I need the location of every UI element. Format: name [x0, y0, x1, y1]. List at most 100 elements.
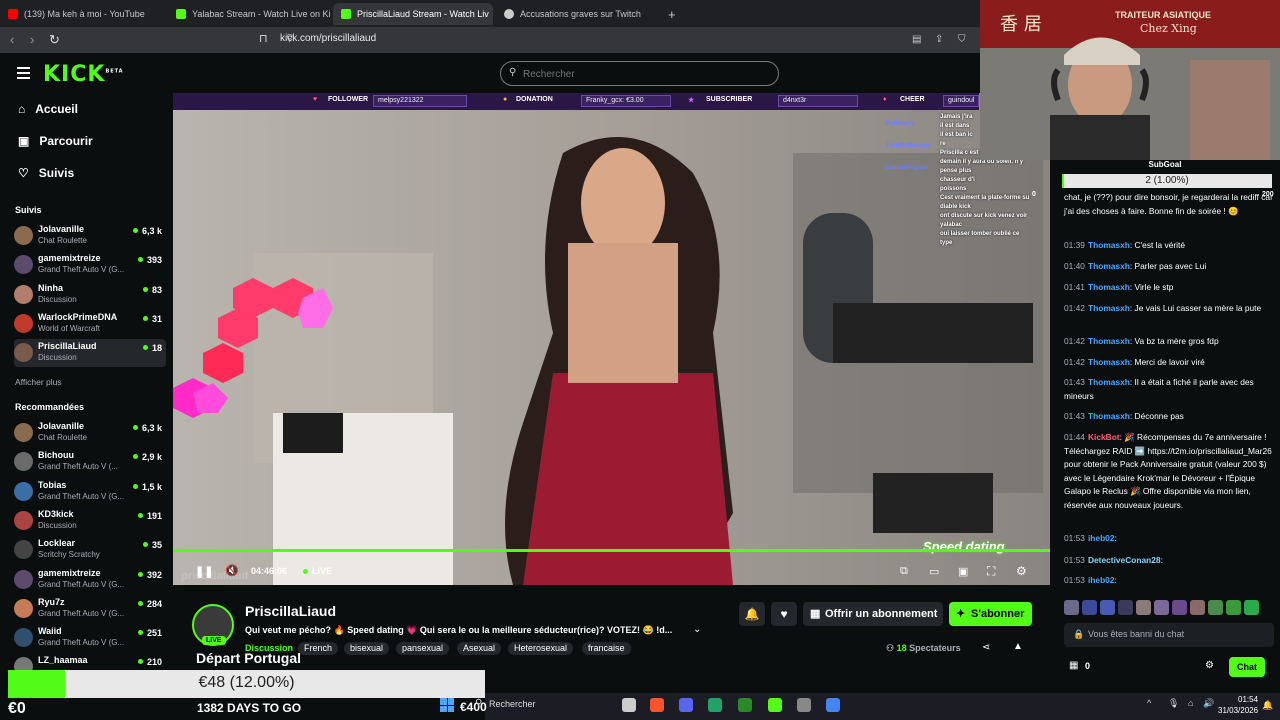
- brave-icon[interactable]: [650, 698, 664, 712]
- chat-username[interactable]: Thomasxh: [1088, 377, 1130, 387]
- mute-icon[interactable]: 🔇: [225, 564, 239, 577]
- pause-icon[interactable]: ❚❚: [195, 565, 213, 578]
- chrome-icon[interactable]: [826, 698, 840, 712]
- emote-icon[interactable]: [1208, 600, 1223, 615]
- channel-item[interactable]: Ninha Discussion 83: [14, 281, 166, 309]
- beta-badge: BETA: [105, 68, 124, 75]
- tab-youtube[interactable]: (139) Ma keh à moi - YouTube: [0, 3, 165, 25]
- chevron-down-icon[interactable]: ⌄: [693, 624, 701, 635]
- channel-name: KD3kick: [38, 508, 74, 519]
- reload-icon[interactable]: ↻: [49, 32, 60, 48]
- gift-icon[interactable]: ▦: [1069, 660, 1078, 671]
- chat-username[interactable]: Thomasxh: [1088, 411, 1130, 421]
- emote-icon[interactable]: [1100, 600, 1115, 615]
- task-view-icon[interactable]: [622, 698, 636, 712]
- follow-button[interactable]: ♥: [771, 602, 797, 626]
- stream-tag[interactable]: bisexual: [344, 642, 390, 655]
- chevron-up-icon[interactable]: ^: [1147, 698, 1151, 708]
- show-more-link[interactable]: Afficher plus: [15, 377, 62, 387]
- channel-item[interactable]: gamemixtreize Grand Theft Auto V (G... 392: [14, 566, 166, 594]
- emote-icon[interactable]: [1064, 600, 1079, 615]
- subscribe-button[interactable]: ✦ S'abonner: [949, 602, 1032, 626]
- fullscreen-icon[interactable]: ⛶: [987, 564, 995, 579]
- emote-icon[interactable]: [1190, 600, 1205, 615]
- chat-settings-icon[interactable]: ⚙: [1205, 660, 1214, 671]
- kick-logo[interactable]: KICKBETA: [43, 62, 124, 87]
- channel-item[interactable]: Ryu7z Grand Theft Auto V (G... 284: [14, 595, 166, 623]
- settings-icon[interactable]: ⚙: [1016, 564, 1027, 578]
- tab-twitch-accusations[interactable]: Accusations graves sur Twitch: [496, 3, 656, 25]
- chat-username[interactable]: iheb02: [1088, 533, 1115, 543]
- volume-icon[interactable]: 🔊: [1203, 698, 1214, 709]
- channel-item[interactable]: Tobias Grand Theft Auto V (G... 1,5 k: [14, 478, 166, 506]
- back-icon[interactable]: ‹: [10, 32, 14, 47]
- theater-icon[interactable]: ▭: [929, 565, 939, 578]
- tab-priscilla[interactable]: PriscillaLiaud Stream - Watch Liv ✕: [333, 3, 493, 25]
- emote-icon[interactable]: [1136, 600, 1151, 615]
- stream-tag[interactable]: Heterosexual: [508, 642, 574, 655]
- channel-item[interactable]: Waiid Grand Theft Auto V (G... 251: [14, 624, 166, 652]
- emote-icon[interactable]: [1118, 600, 1133, 615]
- emote-icon[interactable]: [1172, 600, 1187, 615]
- nav-browse[interactable]: ▣ Parcourir: [18, 134, 93, 148]
- channel-item[interactable]: Jolavanille Chat Roulette 6,3 k: [14, 222, 166, 250]
- share-icon[interactable]: ⋖: [982, 642, 990, 653]
- chat-username[interactable]: KickBot: [1088, 432, 1120, 442]
- stream-tag[interactable]: pansexual: [396, 642, 450, 655]
- notification-icon[interactable]: 🔔: [1262, 700, 1273, 711]
- gift-sub-button[interactable]: ▦ Offrir un abonnement: [803, 602, 943, 626]
- channel-item[interactable]: Bichouu Grand Theft Auto V (... 2,9 k: [14, 448, 166, 476]
- reader-icon[interactable]: ▤: [912, 34, 921, 45]
- stream-tag[interactable]: francaise: [582, 642, 631, 655]
- url-text[interactable]: kick.com/priscillaliaud: [280, 33, 376, 44]
- taskbar-clock[interactable]: 01:54 31/03/2026: [1218, 694, 1258, 716]
- nav-home[interactable]: ⌂ Accueil: [18, 102, 78, 116]
- emote-icon[interactable]: [1154, 600, 1169, 615]
- new-tab-button[interactable]: +: [660, 3, 680, 25]
- clip-icon[interactable]: ⧉: [900, 565, 908, 578]
- excel-icon[interactable]: [708, 698, 722, 712]
- channel-item[interactable]: PriscillaLiaud Discussion 18: [14, 339, 166, 368]
- chat-username[interactable]: Thomasxh: [1088, 261, 1130, 271]
- obs-icon[interactable]: [738, 698, 752, 712]
- search-input[interactable]: [523, 66, 763, 82]
- forward-icon[interactable]: ›: [30, 32, 34, 47]
- chat-username[interactable]: iheb02: [1088, 575, 1115, 585]
- network-icon[interactable]: ⌂: [1188, 698, 1193, 708]
- nav-following[interactable]: ♡ Suivis: [18, 166, 74, 180]
- stream-tag[interactable]: Asexual: [457, 642, 502, 655]
- notification-bell-button[interactable]: 🔔: [739, 602, 765, 626]
- share-icon[interactable]: ⇪: [935, 34, 943, 45]
- search-box[interactable]: ⚲: [500, 61, 779, 86]
- stream-tag[interactable]: French: [298, 642, 339, 655]
- channel-item[interactable]: Locklear Scritchy Scratchy 35: [14, 536, 166, 564]
- microphone-icon[interactable]: 🎙: [1168, 698, 1179, 709]
- chat-username[interactable]: Thomasxh: [1088, 336, 1130, 346]
- windows-start-icon[interactable]: [440, 698, 454, 712]
- chat-username[interactable]: Thomasxh: [1088, 282, 1130, 292]
- pip-icon[interactable]: ▣: [958, 565, 968, 578]
- chat-username[interactable]: Thomasxh: [1088, 357, 1130, 367]
- kick-app-icon[interactable]: [768, 698, 782, 712]
- emote-icon[interactable]: [1226, 600, 1241, 615]
- video-progress-bar[interactable]: [173, 549, 1050, 552]
- bookmark-icon[interactable]: ⊓: [259, 32, 268, 45]
- streamer-name[interactable]: PriscillaLiaud: [245, 603, 336, 619]
- chat-username[interactable]: Thomasxh: [1088, 303, 1130, 313]
- channel-item[interactable]: KD3kick Discussion 191: [14, 507, 166, 535]
- chat-send-button[interactable]: Chat: [1229, 657, 1265, 677]
- channel-item[interactable]: gamemixtreize Grand Theft Auto V (G... 393: [14, 251, 166, 279]
- emote-icon[interactable]: [1244, 600, 1259, 615]
- report-icon[interactable]: ▲: [1013, 641, 1023, 652]
- chat-username[interactable]: DetectiveConan28: [1088, 555, 1161, 565]
- taskbar-search[interactable]: Rechercher: [489, 699, 536, 709]
- steam-icon[interactable]: [797, 698, 811, 712]
- channel-item[interactable]: WarlockPrimeDNA World of Warcraft 31: [14, 310, 166, 338]
- discord-icon[interactable]: [679, 698, 693, 712]
- emote-icon[interactable]: [1082, 600, 1097, 615]
- shield-icon[interactable]: ⛉: [958, 34, 966, 45]
- tab-yalabac[interactable]: Yalabac Stream - Watch Live on Kick: [168, 3, 330, 25]
- menu-icon[interactable]: [17, 67, 30, 79]
- channel-item[interactable]: Jolavanille Chat Roulette 6,3 k: [14, 419, 166, 447]
- chat-username[interactable]: Thomasxh: [1088, 240, 1130, 250]
